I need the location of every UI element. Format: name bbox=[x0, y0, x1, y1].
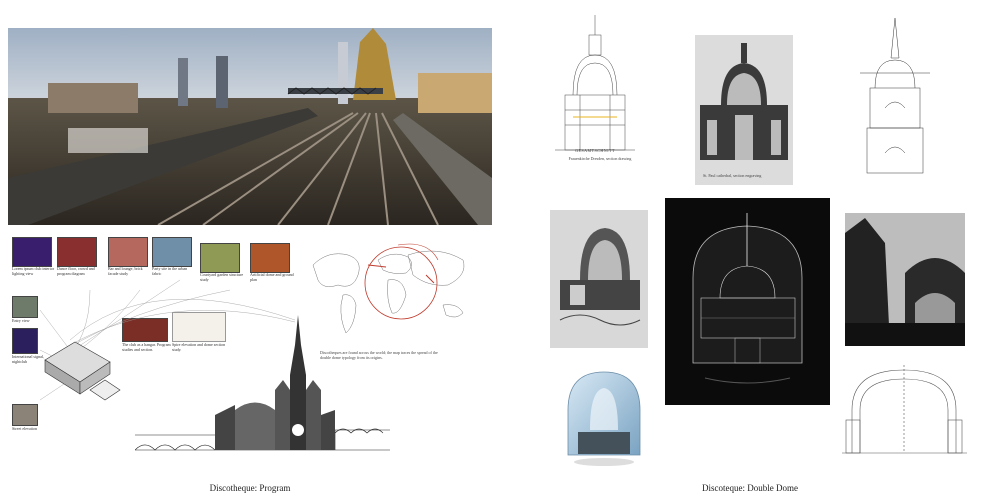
st-paul-engraving-art bbox=[700, 43, 788, 160]
railway-photo-art bbox=[8, 28, 492, 225]
engraving-note: St. Paul cathedral, section engraving bbox=[703, 173, 762, 178]
transparent-dome-render bbox=[665, 198, 830, 405]
world-map-diagram bbox=[312, 243, 465, 334]
dome-section-photo bbox=[550, 210, 648, 348]
st-paul-engraving: St. Paul cathedral, section engraving bbox=[695, 35, 793, 185]
left-panel-caption: Discotheque: Program bbox=[209, 483, 291, 493]
section-drawing-note: Frauenkirche Dresden, section drawing bbox=[568, 156, 632, 161]
glass-speaker-photo bbox=[567, 371, 641, 466]
roman-ruin-art bbox=[845, 213, 965, 346]
railway-photo bbox=[8, 28, 492, 225]
roman-ruin-photo bbox=[845, 213, 965, 346]
section-drawing-label: GESAMTSCHNITT bbox=[575, 148, 615, 153]
right-panel-caption: Discoteque: Double Dome bbox=[702, 483, 798, 493]
map-note: Discotheques are found across the world;… bbox=[320, 350, 438, 360]
baroque-elevation-drawing bbox=[860, 18, 930, 174]
transparent-dome-art bbox=[692, 213, 803, 384]
dome-section-art bbox=[559, 228, 641, 326]
pantheon-section-drawing bbox=[842, 365, 967, 454]
